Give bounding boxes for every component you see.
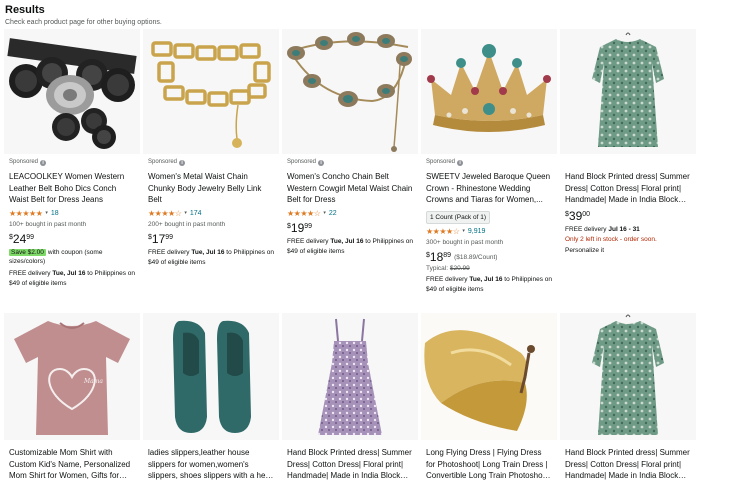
chevron-down-icon[interactable]: ▾ (462, 228, 465, 234)
product-title[interactable]: Women's Concho Chain Belt Western Cowgir… (287, 171, 413, 206)
chevron-down-icon[interactable]: ▾ (184, 210, 187, 216)
product-title[interactable]: Hand Block Printed dress| Summer Dress| … (287, 447, 413, 482)
price[interactable]: $24 99 (9, 233, 135, 245)
price[interactable]: $19 99 (287, 222, 413, 234)
svg-text:Mama: Mama (83, 378, 103, 385)
delivery-info: FREE delivery Jul 16 - 31 (565, 225, 640, 233)
product-image[interactable] (421, 313, 557, 440)
pink-mom-shirt-image: Mama (14, 321, 130, 435)
personalize-link[interactable]: Personalize it (565, 247, 691, 254)
delivery-info: FREE delivery Tue, Jul 16 to Philippines… (426, 275, 552, 293)
product-title[interactable]: Long Flying Dress | Flying Dress for Pho… (426, 447, 552, 482)
product-grid: Sponsored i LEACOOLKEY Women Western Leat… (4, 29, 696, 500)
product-image[interactable] (282, 29, 418, 154)
rating[interactable]: ★★★★★ ▾ 18 (9, 209, 135, 218)
product-card[interactable]: Hand Block Printed dress| Summer Dress| … (560, 313, 696, 500)
delivery-info: FREE delivery Tue, Jul 16 to Philippines… (287, 237, 413, 255)
product-title[interactable]: Women's Metal Waist Chain Chunky Body Je… (148, 171, 274, 206)
product-card[interactable]: ladies slippers,leather house slippers f… (143, 313, 279, 500)
product-title[interactable]: LEACOOLKEY Women Western Leather Belt Bo… (9, 171, 135, 206)
product-image[interactable] (143, 313, 279, 440)
star-rating-icon[interactable]: ★★★★☆ (148, 209, 182, 218)
typical-price: Typical: $20.99 (426, 264, 470, 272)
product-image[interactable] (143, 29, 279, 154)
info-icon[interactable]: i (318, 159, 325, 166)
info-icon[interactable]: i (457, 159, 464, 166)
coupon-badge[interactable]: Save $2.00 (9, 248, 46, 256)
product-card[interactable]: Sponsored i LEACOOLKEY Women Western Leat… (4, 29, 140, 308)
unit-price: ($18.89/Count) (454, 253, 498, 261)
sponsored-label[interactable]: Sponsored i (9, 158, 135, 167)
info-icon[interactable]: i (40, 159, 47, 166)
lilac-floral-dress-image (318, 318, 382, 435)
product-card[interactable]: Mama Customizable Mom Shirt with Custom … (4, 313, 140, 500)
product-image[interactable]: Mama (4, 313, 140, 440)
review-count[interactable]: 18 (51, 210, 59, 217)
baroque-crown-image (427, 44, 551, 132)
coupon[interactable]: Save $2.00 with coupon (some sizes/colors… (9, 248, 135, 266)
info-icon[interactable]: i (179, 159, 186, 166)
black-conch-belt-image (7, 38, 137, 149)
bought-count: 300+ bought in past month (426, 238, 504, 246)
product-image[interactable] (282, 313, 418, 440)
product-card[interactable]: Sponsored i Women's Metal Waist Chain Chu… (143, 29, 279, 308)
gold-flying-dress-image (421, 313, 557, 440)
product-card[interactable]: Sponsored i SWEETV Jeweled Baroque Queen … (421, 29, 557, 308)
review-count[interactable]: 9,919 (468, 228, 486, 235)
price[interactable]: $17 99 (148, 233, 274, 245)
rating[interactable]: ★★★★☆ ▾ 22 (287, 209, 413, 218)
gold-chain-belt-image (151, 41, 271, 148)
product-image[interactable] (421, 29, 557, 154)
star-rating-icon[interactable]: ★★★★☆ (426, 227, 460, 236)
bought-count: 100+ bought in past month (9, 220, 87, 228)
green-floral-dress-image (592, 314, 664, 435)
chevron-down-icon[interactable]: ▾ (323, 210, 326, 216)
chevron-down-icon[interactable]: ▾ (45, 210, 48, 216)
product-card[interactable]: Long Flying Dress | Flying Dress for Pho… (421, 313, 557, 500)
bought-count: 200+ bought in past month (148, 220, 226, 228)
product-title[interactable]: SWEETV Jeweled Baroque Queen Crown - Rhi… (426, 171, 552, 206)
variant-badge[interactable]: 1 Count (Pack of 1) (426, 210, 490, 224)
product-title[interactable]: Customizable Mom Shirt with Custom Kid's… (9, 447, 135, 482)
product-card[interactable]: Hand Block Printed dress| Summer Dress| … (282, 313, 418, 500)
review-count[interactable]: 22 (329, 210, 337, 217)
stock-warning: Only 2 left in stock - order soon. (565, 235, 657, 243)
price[interactable]: $39 00 (565, 210, 691, 222)
results-header: Results Check each product page for othe… (5, 4, 162, 28)
rating[interactable]: ★★★★☆ ▾ 9,919 (426, 227, 552, 236)
concho-chain-belt-image (287, 32, 412, 152)
product-card[interactable]: Hand Block Printed dress| Summer Dress| … (560, 29, 696, 308)
green-floral-dress-image (592, 32, 664, 147)
sponsored-label[interactable]: Sponsored i (287, 158, 413, 167)
product-image[interactable] (560, 29, 696, 154)
product-title[interactable]: Hand Block Printed dress| Summer Dress| … (565, 171, 691, 206)
teal-slippers-image (173, 320, 251, 433)
rating[interactable]: ★★★★☆ ▾ 174 (148, 209, 274, 218)
product-image[interactable] (4, 29, 140, 154)
review-count[interactable]: 174 (190, 210, 202, 217)
product-image[interactable] (560, 313, 696, 440)
product-card[interactable]: Sponsored i Women's Concho Chain Belt Wes… (282, 29, 418, 308)
price[interactable]: $18 89 ($18.89/Count) (426, 251, 552, 263)
product-title[interactable]: Hand Block Printed dress| Summer Dress| … (565, 447, 691, 482)
results-title: Results (5, 4, 45, 16)
star-rating-icon[interactable]: ★★★★★ (9, 209, 43, 218)
sponsored-label[interactable]: Sponsored i (426, 158, 552, 167)
star-rating-icon[interactable]: ★★★★☆ (287, 209, 321, 218)
results-subtitle: Check each product page for other buying… (5, 19, 162, 26)
sponsored-label[interactable]: Sponsored i (148, 158, 274, 167)
product-title[interactable]: ladies slippers,leather house slippers f… (148, 447, 274, 482)
delivery-info: FREE delivery Tue, Jul 16 to Philippines… (9, 269, 135, 287)
delivery-info: FREE delivery Tue, Jul 16 to Philippines… (148, 248, 274, 266)
